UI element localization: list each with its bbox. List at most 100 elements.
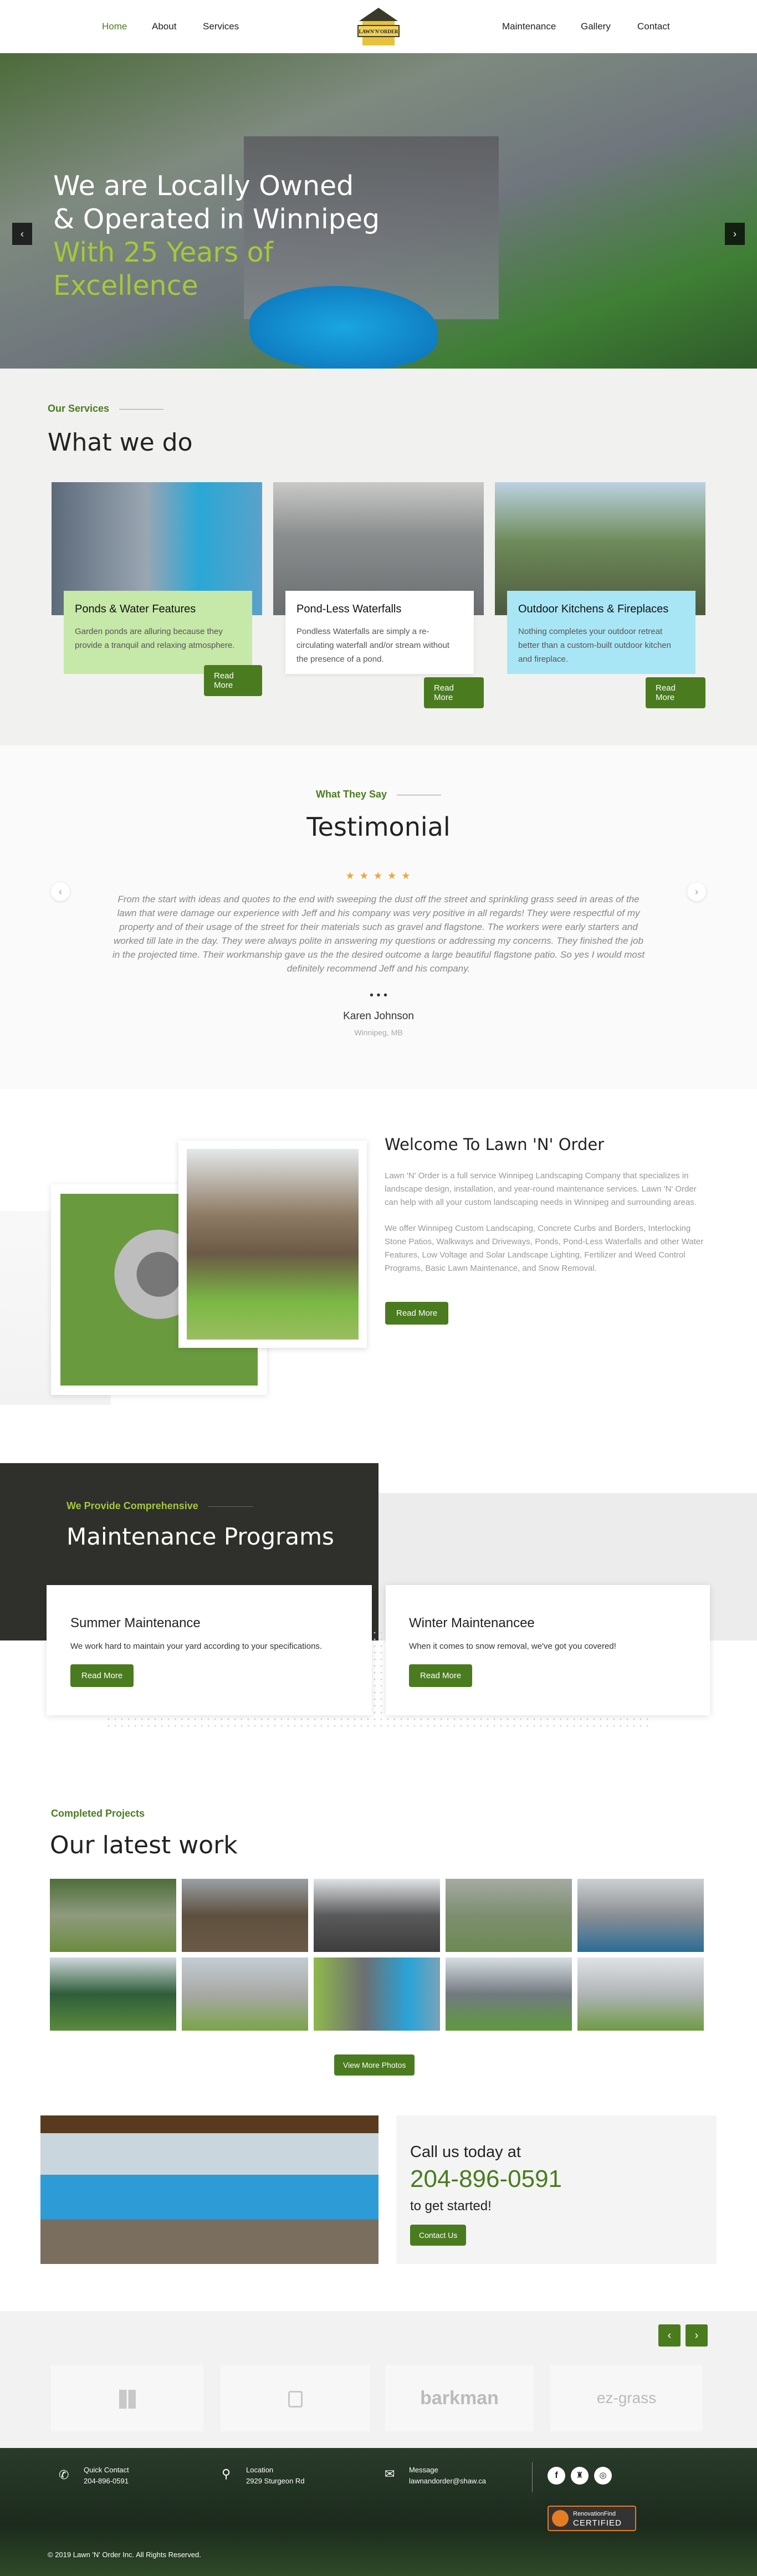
quick-contact-value[interactable]: 204-896-0591: [84, 2477, 129, 2485]
nav-home-link[interactable]: Home: [102, 21, 127, 32]
partner-logo-mark: [119, 2390, 136, 2409]
projects-section: Completed Projects Our latest work View …: [0, 1762, 757, 2311]
hero-prev-arrow-icon[interactable]: ‹: [12, 223, 32, 245]
welcome-read-more-button[interactable]: Read More: [385, 1302, 449, 1325]
service-title: Ponds & Water Features: [75, 603, 196, 615]
gallery-thumbnail[interactable]: [50, 1957, 176, 2031]
testimonial-title: Testimonial: [306, 812, 451, 842]
location-pin-icon: ⚲: [222, 2467, 231, 2481]
envelope-icon: ✉: [385, 2467, 395, 2481]
read-more-button[interactable]: Read More: [646, 677, 705, 708]
projects-title: Our latest work: [50, 1831, 238, 1859]
summer-maintenance-card: Summer Maintenance We work hard to maint…: [47, 1585, 372, 1715]
partner-logo-mark: [288, 2390, 303, 2408]
read-more-button[interactable]: Read More: [204, 665, 262, 696]
hero-headline: We are Locally Owned & Operated in Winni…: [53, 170, 380, 303]
view-more-photos-button[interactable]: View More Photos: [334, 2054, 415, 2076]
nav-contact-link[interactable]: Contact: [637, 21, 670, 32]
gallery-thumbnail[interactable]: [182, 1957, 308, 2031]
message-value[interactable]: lawnandorder@shaw.ca: [409, 2477, 486, 2485]
welcome-paragraph-2: We offer Winnipeg Custom Landscaping, Co…: [385, 1224, 704, 1273]
gallery-thumbnail[interactable]: [314, 1879, 440, 1952]
svg-text:LAWN'N'ORDER: LAWN'N'ORDER: [359, 29, 398, 34]
partner-logo-barkman[interactable]: barkman: [385, 2365, 534, 2431]
hero-line-1: We are Locally Owned: [53, 170, 354, 202]
read-more-button[interactable]: Read More: [424, 677, 484, 708]
partners-next-icon[interactable]: ›: [686, 2324, 708, 2347]
deck-photo: [187, 1149, 359, 1340]
hero-next-arrow-icon[interactable]: ›: [725, 223, 745, 245]
service-card-pondless: Pond-Less Waterfalls Pondless Waterfalls…: [273, 482, 484, 708]
service-text: Nothing completes your outdoor retreat b…: [518, 627, 671, 664]
nav-about-link[interactable]: About: [152, 21, 176, 32]
facebook-icon[interactable]: f: [548, 2467, 565, 2485]
welcome-title: Welcome To Lawn 'N' Order: [385, 1135, 605, 1154]
houzz-icon[interactable]: ♜: [571, 2467, 589, 2485]
site-footer: ✆ Quick Contact 204-896-0591 ⚲ Location …: [0, 2448, 757, 2576]
welcome-photo-frame: [178, 1141, 367, 1348]
renovationfind-badge[interactable]: RenovationFind CERTIFIED: [548, 2506, 636, 2531]
gallery-thumbnail[interactable]: [577, 1957, 704, 2031]
phone-icon: ✆: [59, 2468, 69, 2482]
cta-patio-photo: [40, 2115, 378, 2264]
hero-line-3: With 25 Years of: [53, 237, 273, 268]
gallery-thumbnail[interactable]: [446, 1957, 572, 2031]
testimonial-prev-icon[interactable]: ‹: [51, 882, 70, 901]
maintenance-section: We Provide Comprehensive Maintenance Pro…: [0, 1463, 757, 1762]
service-box: Ponds & Water Features Garden ponds are …: [64, 591, 252, 674]
projects-label: Completed Projects: [51, 1808, 145, 1819]
gallery-thumbnail[interactable]: [446, 1879, 572, 1952]
service-box: Pond-Less Waterfalls Pondless Waterfalls…: [285, 591, 474, 674]
service-title: Pond-Less Waterfalls: [296, 603, 402, 615]
cta-box: Call us today at 204-896-0591 to get sta…: [396, 2115, 717, 2264]
reviewer-location: Winnipeg, MB: [354, 1028, 403, 1037]
partner-logo-2[interactable]: [221, 2365, 370, 2431]
location-value[interactable]: 2929 Sturgeon Rd: [246, 2477, 305, 2485]
winter-maintenance-card: Winter Maintenancee When it comes to sno…: [386, 1585, 710, 1715]
reviewer-name: Karen Johnson: [343, 1010, 414, 1022]
nav-services-link[interactable]: Services: [203, 21, 239, 32]
read-more-button[interactable]: Read More: [409, 1664, 473, 1687]
gallery-thumbnail[interactable]: [182, 1879, 308, 1952]
cta-phone[interactable]: 204-896-0591: [410, 2165, 562, 2193]
services-section: Our Services What we do Ponds & Water Fe…: [0, 369, 757, 745]
partners-prev-icon[interactable]: ‹: [658, 2324, 681, 2347]
card-text: We work hard to maintain your yard accor…: [70, 1642, 323, 1651]
service-text: Pondless Waterfalls are simply a re-circ…: [296, 627, 449, 664]
read-more-button[interactable]: Read More: [70, 1664, 134, 1687]
testimonial-label-text: What They Say: [315, 789, 387, 800]
testimonial-quote: From the start with ideas and quotes to …: [112, 894, 645, 974]
welcome-section: Welcome To Lawn 'N' Order Lawn 'N' Order…: [0, 1089, 757, 1463]
location-label: Location: [246, 2466, 274, 2474]
divider: [208, 1506, 253, 1507]
testimonial-next-icon[interactable]: ›: [687, 882, 706, 901]
cta-line-1: Call us today at: [410, 2143, 521, 2161]
maintenance-title: Maintenance Programs: [67, 1523, 334, 1550]
nav-gallery-link[interactable]: Gallery: [581, 21, 611, 32]
card-title: Summer Maintenance: [70, 1616, 201, 1631]
partner-logo-ezgrass[interactable]: ez-grass: [550, 2365, 703, 2431]
services-title: What we do: [48, 428, 193, 457]
gallery-thumbnail[interactable]: [577, 1879, 704, 1952]
maintenance-label: We Provide Comprehensive: [67, 1500, 253, 1512]
service-text: Garden ponds are alluring because they p…: [75, 627, 235, 650]
site-logo[interactable]: LAWN'N'ORDER: [355, 4, 402, 49]
partners-section: ‹ › barkman ez-grass: [0, 2311, 757, 2448]
services-label-text: Our Services: [48, 403, 110, 414]
gallery-thumbnail[interactable]: [314, 1957, 440, 2031]
maintenance-label-text: We Provide Comprehensive: [67, 1500, 198, 1511]
hero-line-2: & Operated in Winnipeg: [53, 203, 380, 235]
divider: [119, 408, 164, 410]
site-header: Home About Services Maintenance Gallery …: [0, 0, 757, 53]
contact-us-button[interactable]: Contact Us: [410, 2225, 467, 2246]
instagram-icon[interactable]: ◎: [594, 2467, 612, 2485]
service-card-ponds: Ponds & Water Features Garden ponds are …: [52, 482, 262, 696]
quick-contact-label: Quick Contact: [84, 2466, 129, 2474]
badge-top-text: RenovationFind: [573, 2511, 616, 2517]
slider-dots[interactable]: • • •: [0, 989, 757, 1002]
nav-maintenance-link[interactable]: Maintenance: [502, 21, 556, 32]
rating-stars: ★ ★ ★ ★ ★: [345, 870, 412, 881]
partner-logo-1[interactable]: [51, 2365, 203, 2431]
service-title: Outdoor Kitchens & Fireplaces: [518, 603, 669, 615]
gallery-thumbnail[interactable]: [50, 1879, 176, 1952]
